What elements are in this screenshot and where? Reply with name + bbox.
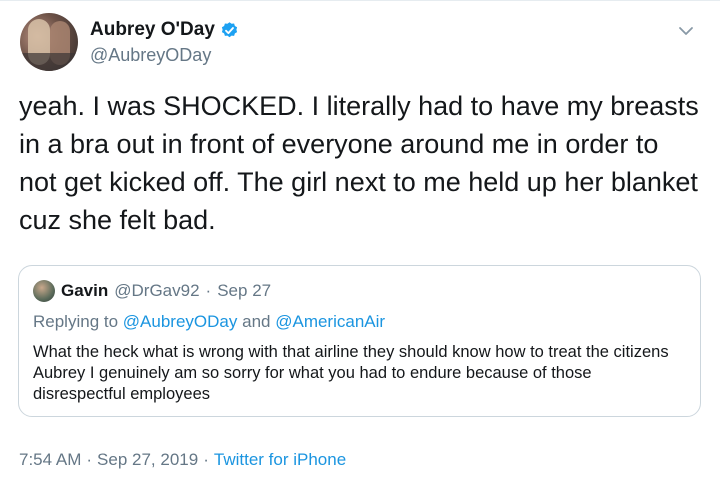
avatar-shape (20, 53, 78, 71)
author-name-block: Aubrey O'Day @AubreyODay (90, 19, 239, 66)
tweet-time[interactable]: 7:54 AM (19, 450, 81, 470)
author-handle[interactable]: @AubreyODay (90, 45, 239, 66)
quoted-date: Sep 27 (217, 281, 272, 300)
replying-to-and: and (242, 312, 271, 331)
tweet-metadata: 7:54 AM · Sep 27, 2019 · Twitter for iPh… (19, 450, 346, 470)
reply-mention-link[interactable]: @AmericanAir (275, 312, 385, 331)
tweet-header: Aubrey O'Day @AubreyODay (20, 13, 700, 73)
separator-dot: · (86, 450, 93, 469)
separator-dot: · (205, 281, 212, 300)
quoted-author-avatar (33, 280, 55, 302)
quoted-tweet-header: Gavin @DrGav92 · Sep 27 (33, 280, 271, 302)
author-name-row: Aubrey O'Day (90, 19, 239, 41)
replying-to-line: Replying to @AubreyODay and @AmericanAir (33, 312, 385, 332)
tweet-source-link[interactable]: Twitter for iPhone (214, 450, 346, 470)
quoted-author-name: Gavin (61, 281, 109, 300)
author-display-name[interactable]: Aubrey O'Day (90, 19, 215, 41)
tweet-card: Aubrey O'Day @AubreyODay yeah. I was SHO… (0, 0, 720, 489)
separator-dot: · (203, 450, 209, 469)
replying-to-label: Replying to (33, 312, 119, 331)
chevron-down-icon[interactable] (678, 23, 694, 39)
verified-badge-icon (221, 21, 238, 37)
quoted-tweet[interactable]: Gavin @DrGav92 · Sep 27 Replying to @Aub… (18, 265, 701, 417)
tweet-date[interactable]: Sep 27, 2019 (97, 450, 198, 470)
tweet-text: yeah. I was SHOCKED. I literally had to … (19, 91, 699, 235)
reply-mention-link[interactable]: @AubreyODay (123, 312, 238, 331)
quoted-tweet-text: What the heck what is wrong with that ai… (33, 343, 669, 403)
quoted-author-handle: @DrGav92 (114, 281, 200, 300)
author-avatar[interactable] (20, 13, 78, 71)
